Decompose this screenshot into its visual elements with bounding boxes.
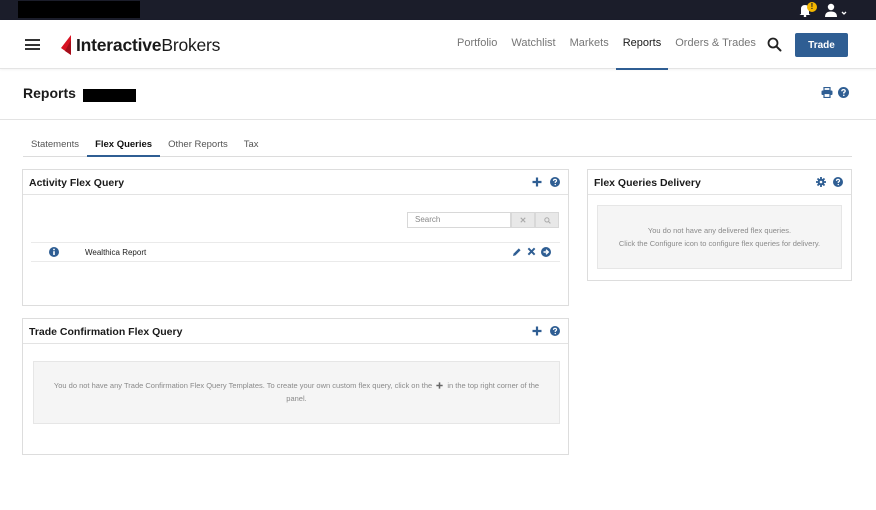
panel-title: Trade Confirmation Flex Query [29,326,183,338]
plus-icon[interactable] [532,177,542,187]
help-icon[interactable] [550,326,560,336]
tab-flex-queries[interactable]: Flex Queries [87,134,161,157]
clear-icon [520,217,526,223]
user-icon[interactable] [822,3,850,17]
help-icon[interactable] [833,177,843,187]
run-icon[interactable] [541,247,551,257]
panel-title: Activity Flex Query [29,177,125,189]
panel-header: Trade Confirmation Flex Query [23,319,568,344]
query-name[interactable]: Wealthica Report [85,248,146,257]
print-icon[interactable] [821,87,833,98]
plus-icon[interactable] [532,326,542,336]
page-title: Reports [23,85,76,101]
tab-other-reports[interactable]: Other Reports [160,134,236,156]
tab-tax[interactable]: Tax [236,134,267,156]
search-input[interactable]: Search [407,212,511,228]
nav-watchlist[interactable]: Watchlist [504,20,562,69]
notification-badge: ! [807,2,817,12]
redacted-account [18,1,140,18]
report-tabs: Statements Flex Queries Other Reports Ta… [23,134,852,157]
nav-reports[interactable]: Reports [615,20,669,70]
empty-state-message: You do not have any Trade Confirmation F… [33,361,560,424]
redacted-account-id [83,89,136,102]
main-navbar: InteractiveBrokers Portfolio Watchlist M… [0,20,876,70]
search-icon [543,216,551,224]
nav-orders-trades[interactable]: Orders & Trades [668,20,763,69]
ib-logo-icon [61,35,71,55]
tab-statements[interactable]: Statements [23,134,87,156]
brand-logo[interactable]: InteractiveBrokers [60,33,220,57]
info-icon[interactable] [49,247,59,257]
top-bar: ! [0,0,876,20]
clear-search-button[interactable] [511,212,535,228]
plus-icon [436,382,443,389]
header-divider [0,119,876,120]
activity-flex-query-panel: Activity Flex Query Search Wealthica Rep… [22,169,569,306]
empty-state-message: You do not have any delivered flex queri… [597,205,842,269]
empty-text-before: You do not have any Trade Confirmation F… [53,381,433,390]
empty-line-2: Click the Configure icon to configure fl… [618,239,821,248]
nav-portfolio[interactable]: Portfolio [450,20,504,69]
table-row: Wealthica Report [31,242,560,262]
panel-header: Activity Flex Query [23,170,568,195]
brand-name: InteractiveBrokers [76,34,221,55]
flex-queries-delivery-panel: Flex Queries Delivery You do not have an… [587,169,852,281]
help-icon[interactable] [838,87,849,98]
hamburger-icon[interactable] [25,39,40,50]
nav-links: Portfolio Watchlist Markets Reports Orde… [450,20,763,70]
search-button[interactable] [535,212,559,228]
panel-title: Flex Queries Delivery [594,177,701,189]
delete-icon[interactable] [527,247,536,256]
help-icon[interactable] [550,177,560,187]
edit-icon[interactable] [512,247,522,257]
search-icon[interactable] [767,37,782,52]
panel-header: Flex Queries Delivery [588,170,851,195]
empty-line-1: You do not have any delivered flex queri… [647,226,792,235]
search-buttons [511,212,559,228]
trade-button[interactable]: Trade [795,33,848,57]
nav-markets[interactable]: Markets [563,20,616,69]
trade-confirmation-flex-query-panel: Trade Confirmation Flex Query You do not… [22,318,569,455]
gear-icon[interactable] [816,177,826,187]
